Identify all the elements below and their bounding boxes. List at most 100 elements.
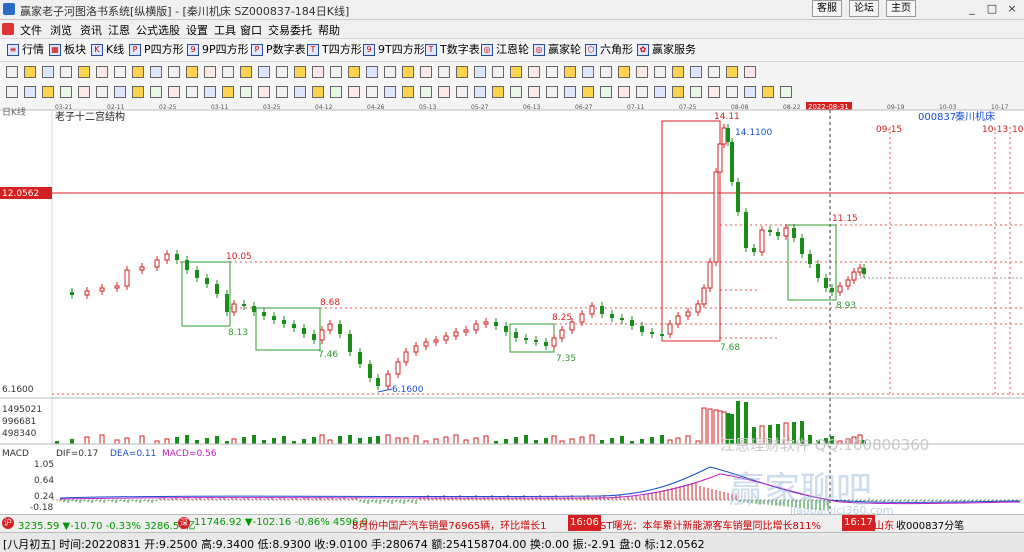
p-square-button[interactable]: P P四方形: [128, 42, 184, 58]
tool-icon[interactable]: [492, 86, 504, 98]
tool-icon[interactable]: [546, 86, 558, 98]
quote-button[interactable]: ≡ 行情: [6, 42, 44, 58]
p-number-button[interactable]: P P数字表: [250, 42, 306, 58]
tool-icon[interactable]: [6, 66, 18, 78]
tool-icon[interactable]: [600, 66, 612, 78]
tool-icon[interactable]: [132, 86, 144, 98]
tool-icon[interactable]: [168, 66, 180, 78]
tool-icon[interactable]: [150, 66, 162, 78]
tool-icon[interactable]: [24, 66, 36, 78]
tool-icon[interactable]: [42, 66, 54, 78]
tool-icon[interactable]: [330, 86, 342, 98]
menu-browse[interactable]: 浏览: [50, 22, 72, 38]
tool-icon[interactable]: [564, 66, 576, 78]
tool-icon[interactable]: [618, 86, 630, 98]
tool-icon[interactable]: [708, 66, 720, 78]
tool-icon[interactable]: [6, 86, 18, 98]
tool-icon[interactable]: [690, 86, 702, 98]
sector-button[interactable]: ▦ 板块: [48, 42, 86, 58]
tool-icon[interactable]: [222, 66, 234, 78]
tool-icon[interactable]: [564, 86, 576, 98]
tool-icon[interactable]: [114, 66, 126, 78]
tool-icon[interactable]: [312, 86, 324, 98]
winner-wheel-button[interactable]: ◎ 赢家轮: [532, 42, 581, 58]
tool-icon[interactable]: [708, 86, 720, 98]
menu-news[interactable]: 资讯: [80, 22, 102, 38]
tool-icon[interactable]: [384, 86, 396, 98]
hexagon-button[interactable]: ⬡ 六角形: [584, 42, 633, 58]
tool-icon[interactable]: [294, 66, 306, 78]
tool-icon[interactable]: [546, 66, 558, 78]
tool-icon[interactable]: [168, 86, 180, 98]
tool-icon[interactable]: [78, 66, 90, 78]
gann-wheel-button[interactable]: ◎ 江恩轮: [480, 42, 529, 58]
service-link[interactable]: 客服: [812, 0, 842, 17]
tool-icon[interactable]: [384, 66, 396, 78]
tool-icon[interactable]: [240, 66, 252, 78]
tool-icon[interactable]: [276, 86, 288, 98]
menu-tools[interactable]: 工具: [214, 22, 236, 38]
tool-icon[interactable]: [456, 86, 468, 98]
tool-icon[interactable]: [438, 86, 450, 98]
tool-icon[interactable]: [690, 66, 702, 78]
tool-icon[interactable]: [654, 86, 666, 98]
tool-icon[interactable]: [726, 86, 738, 98]
tool-icon[interactable]: [222, 86, 234, 98]
home-link[interactable]: 主页: [886, 0, 916, 17]
tool-icon[interactable]: [672, 66, 684, 78]
tool-icon[interactable]: [276, 66, 288, 78]
menu-help[interactable]: 帮助: [318, 22, 340, 38]
news-item-1[interactable]: 8月份中国产汽车销量76965辆，环比增长1: [352, 517, 547, 532]
tool-icon[interactable]: [600, 86, 612, 98]
tool-icon[interactable]: [294, 86, 306, 98]
9p-square-button[interactable]: 9 9P四方形: [186, 42, 249, 58]
tool-icon[interactable]: [582, 66, 594, 78]
tool-icon[interactable]: [78, 86, 90, 98]
tool-icon[interactable]: [438, 66, 450, 78]
menu-gann[interactable]: 江恩: [108, 22, 130, 38]
tool-icon[interactable]: [672, 86, 684, 98]
tool-icon[interactable]: [420, 66, 432, 78]
tool-icon[interactable]: [510, 66, 522, 78]
tool-icon[interactable]: [762, 86, 774, 98]
t-number-button[interactable]: T T数字表: [424, 42, 480, 58]
tool-icon[interactable]: [240, 86, 252, 98]
tool-icon[interactable]: [366, 66, 378, 78]
tool-icon[interactable]: [42, 86, 54, 98]
tool-icon[interactable]: [618, 66, 630, 78]
tool-icon[interactable]: [744, 66, 756, 78]
tool-icon[interactable]: [186, 66, 198, 78]
tool-icon[interactable]: [402, 86, 414, 98]
tool-icon[interactable]: [60, 66, 72, 78]
sh-index[interactable]: 3235.59 ▼-10.70 -0.33% 3286.57亿: [18, 517, 196, 532]
tool-icon[interactable]: [636, 86, 648, 98]
tool-icon[interactable]: [150, 86, 162, 98]
tool-icon[interactable]: [510, 86, 522, 98]
kline-button[interactable]: K K线: [90, 42, 124, 58]
close-button[interactable]: ×: [1002, 0, 1022, 17]
sz-index[interactable]: 11746.92 ▼-102.16 -0.86% 4596.0: [194, 517, 368, 528]
news-item-3[interactable]: 山东: [874, 517, 894, 532]
tool-icon[interactable]: [114, 86, 126, 98]
tool-icon[interactable]: [348, 66, 360, 78]
tool-icon[interactable]: [96, 66, 108, 78]
tool-icon[interactable]: [330, 66, 342, 78]
tool-icon[interactable]: [744, 86, 756, 98]
tool-icon[interactable]: [636, 66, 648, 78]
menu-trade[interactable]: 交易委托: [268, 22, 312, 38]
tool-icon[interactable]: [654, 66, 666, 78]
maximize-button[interactable]: □: [982, 0, 1002, 17]
tool-icon[interactable]: [528, 66, 540, 78]
tool-icon[interactable]: [474, 66, 486, 78]
service-button[interactable]: ✿ 赢家服务: [636, 42, 696, 58]
tool-icon[interactable]: [60, 86, 72, 98]
tool-icon[interactable]: [474, 86, 486, 98]
tool-icon[interactable]: [204, 66, 216, 78]
tool-icon[interactable]: [402, 66, 414, 78]
tool-icon[interactable]: [780, 86, 792, 98]
tool-icon[interactable]: [258, 86, 270, 98]
news-item-2[interactable]: ST曙光：本年累计新能源客车销量同比增长811%: [600, 517, 821, 532]
menu-file[interactable]: 文件: [20, 22, 42, 38]
t-square-button[interactable]: T T四方形: [306, 42, 362, 58]
tool-icon[interactable]: [186, 86, 198, 98]
